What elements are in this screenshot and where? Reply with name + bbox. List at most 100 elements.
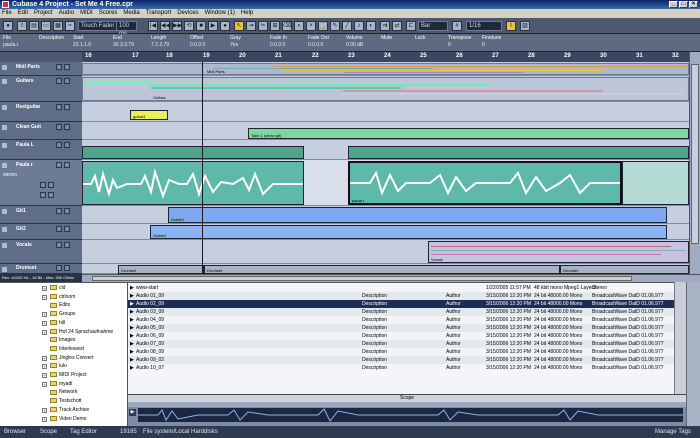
expand-folder-icon[interactable]: + — [42, 320, 47, 326]
file-row[interactable]: ▶ Audio 03_09 Description Author 3/15/2006 1… — [128, 308, 674, 316]
info-value-length[interactable]: 7.2.2.79 — [151, 42, 169, 48]
expand-folder-icon[interactable]: + — [42, 355, 47, 361]
solo-button[interactable] — [64, 142, 70, 148]
expand-folder-icon[interactable]: + — [42, 312, 47, 318]
track-git2[interactable]: Git2 — [0, 224, 82, 240]
mute-tool-icon[interactable]: × — [306, 21, 316, 31]
info-value-fade-in[interactable]: 0.0.0.0 — [270, 42, 285, 48]
tag-editor-toggle[interactable]: Tag Editor — [70, 426, 97, 438]
mute-button[interactable] — [56, 226, 62, 232]
event-vocals[interactable]: Vocals — [428, 241, 689, 263]
track-name[interactable]: Reelguitar — [16, 104, 40, 110]
solo-button[interactable] — [64, 78, 70, 84]
solo-button[interactable] — [64, 64, 70, 70]
expand-folder-icon[interactable]: + — [42, 286, 47, 291]
mute-button[interactable] — [56, 208, 62, 214]
track-name[interactable]: Vocals — [16, 242, 32, 248]
event-paula-r-tail[interactable] — [622, 161, 689, 205]
mute-button[interactable] — [56, 78, 62, 84]
expand-folder-icon[interactable]: + — [42, 416, 47, 422]
show-infoline-icon[interactable]: ▭ — [41, 21, 51, 31]
line-tool-icon[interactable]: ╱ — [342, 21, 352, 31]
tree-folder-item[interactable]: cld — [50, 285, 65, 291]
expand-folder-icon[interactable]: + — [42, 407, 47, 413]
grid-icon[interactable]: # — [452, 21, 462, 31]
expand-icon[interactable] — [2, 125, 7, 130]
event-display[interactable]: Midi Parts Guitars guitar3 Take 1 (clean… — [82, 62, 689, 274]
track-clean-guit[interactable]: Clean Guit — [0, 122, 82, 140]
tree-folder-item[interactable]: Images — [50, 337, 75, 343]
info-value-transpose[interactable]: 0 — [448, 42, 451, 48]
track-name[interactable]: Midi Parts — [16, 64, 40, 70]
file-row[interactable]: ▶ Audio 01_09 Description Author 3/15/2006 1… — [128, 292, 674, 300]
menu-transport[interactable]: Transport — [146, 9, 171, 18]
mute-button[interactable] — [56, 142, 62, 148]
menu-window[interactable]: Window (1) — [205, 9, 235, 18]
color-tool-icon[interactable]: ◐ — [366, 21, 376, 31]
event-paula-l-1[interactable] — [82, 146, 304, 159]
horizontal-scrollbar[interactable] — [82, 274, 700, 282]
event-drumset-1[interactable]: Drumset — [118, 265, 204, 274]
menu-file[interactable]: File — [2, 9, 12, 18]
timeline-ruler[interactable]: 16 17 18 19 20 21 22 23 24 25 26 27 28 2… — [82, 52, 689, 62]
solo-button[interactable] — [64, 124, 70, 130]
browser-toggle[interactable]: Browser — [4, 426, 26, 438]
info-value-start[interactable]: 23.1.1.0 — [73, 42, 91, 48]
expand-folder-icon[interactable]: + — [42, 381, 47, 387]
menu-project[interactable]: Project — [34, 9, 53, 18]
quantize-select[interactable]: 1/16 — [466, 21, 502, 31]
record-icon[interactable]: ● — [220, 21, 230, 31]
track-vocals[interactable]: Vocals — [0, 240, 82, 264]
tree-folder-item[interactable]: myadi — [50, 381, 72, 387]
track-paula-l[interactable]: Paula L — [0, 140, 82, 160]
color-palette-icon[interactable]: ▨ — [520, 21, 530, 31]
expand-icon[interactable] — [2, 163, 7, 168]
manage-tags-button[interactable]: Manage Tags — [655, 426, 691, 438]
write-automation-button[interactable] — [48, 192, 54, 198]
expand-folder-icon[interactable]: + — [42, 364, 47, 370]
file-row[interactable]: ▶ Audio 04_09 Description Author 3/15/2006 1… — [128, 316, 674, 324]
time-warp-tool-icon[interactable]: ⌛ — [318, 21, 328, 31]
menu-edit[interactable]: Edit — [18, 9, 28, 18]
automation-icon[interactable]: ≈ — [65, 21, 75, 31]
vertical-scrollbar[interactable] — [689, 52, 700, 274]
mute-button[interactable] — [56, 124, 62, 130]
tree-folder-item[interactable]: Track Archive — [50, 407, 89, 413]
track-drumset[interactable]: Drumset — [0, 264, 82, 274]
menu-help[interactable]: Help — [241, 9, 253, 18]
track-paula-r[interactable]: Paula r stereo — [0, 160, 82, 206]
expand-icon[interactable] — [2, 143, 7, 148]
event-guitar3[interactable]: guitar3 — [130, 110, 168, 120]
file-row[interactable]: ▶ Audio 07_09 Description Author 3/15/2006 1… — [128, 340, 674, 348]
close-button[interactable]: × — [689, 1, 698, 8]
event-guitar1[interactable]: Guitar1 — [168, 207, 667, 223]
snap-toggle-icon[interactable]: ⊏ — [406, 21, 416, 31]
event-paula-l-2[interactable] — [348, 146, 689, 159]
track-name[interactable]: Guitars — [16, 78, 34, 84]
scope-timeline[interactable] — [128, 402, 686, 407]
track-name[interactable]: Git2 — [16, 226, 26, 232]
snap-type-select[interactable]: Bar — [418, 21, 448, 31]
stop-icon[interactable]: ■ — [196, 21, 206, 31]
file-list-scrollbar[interactable] — [674, 282, 686, 394]
event-paula-r-2[interactable]: paula r — [348, 161, 622, 205]
glue-tool-icon[interactable]: ⊞ — [270, 21, 280, 31]
expand-icon[interactable] — [2, 209, 7, 214]
solo-button[interactable] — [64, 162, 70, 168]
tree-folder-item[interactable]: Video Demo — [50, 416, 86, 422]
info-value-volume[interactable]: 0.00 dB — [346, 42, 363, 48]
info-value-file[interactable]: paula.r — [3, 42, 18, 48]
track-name[interactable]: Paula r — [16, 162, 33, 168]
tree-folder-item[interactable]: Edits — [50, 302, 70, 308]
event-guitars-folder[interactable]: Guitars — [82, 77, 689, 101]
autoscroll-icon[interactable]: ⇉ — [380, 21, 390, 31]
mute-button[interactable] — [56, 64, 62, 70]
expand-icon[interactable] — [2, 227, 7, 232]
track-name[interactable]: Paula L — [16, 142, 34, 148]
solo-button[interactable] — [64, 208, 70, 214]
record-enable-button[interactable] — [40, 182, 46, 188]
nudge-icon[interactable]: ⇄ — [392, 21, 402, 31]
track-git1[interactable]: Git1 — [0, 206, 82, 224]
play-icon[interactable]: ▶ — [129, 409, 136, 416]
activate-project-icon[interactable]: ● — [3, 21, 13, 31]
